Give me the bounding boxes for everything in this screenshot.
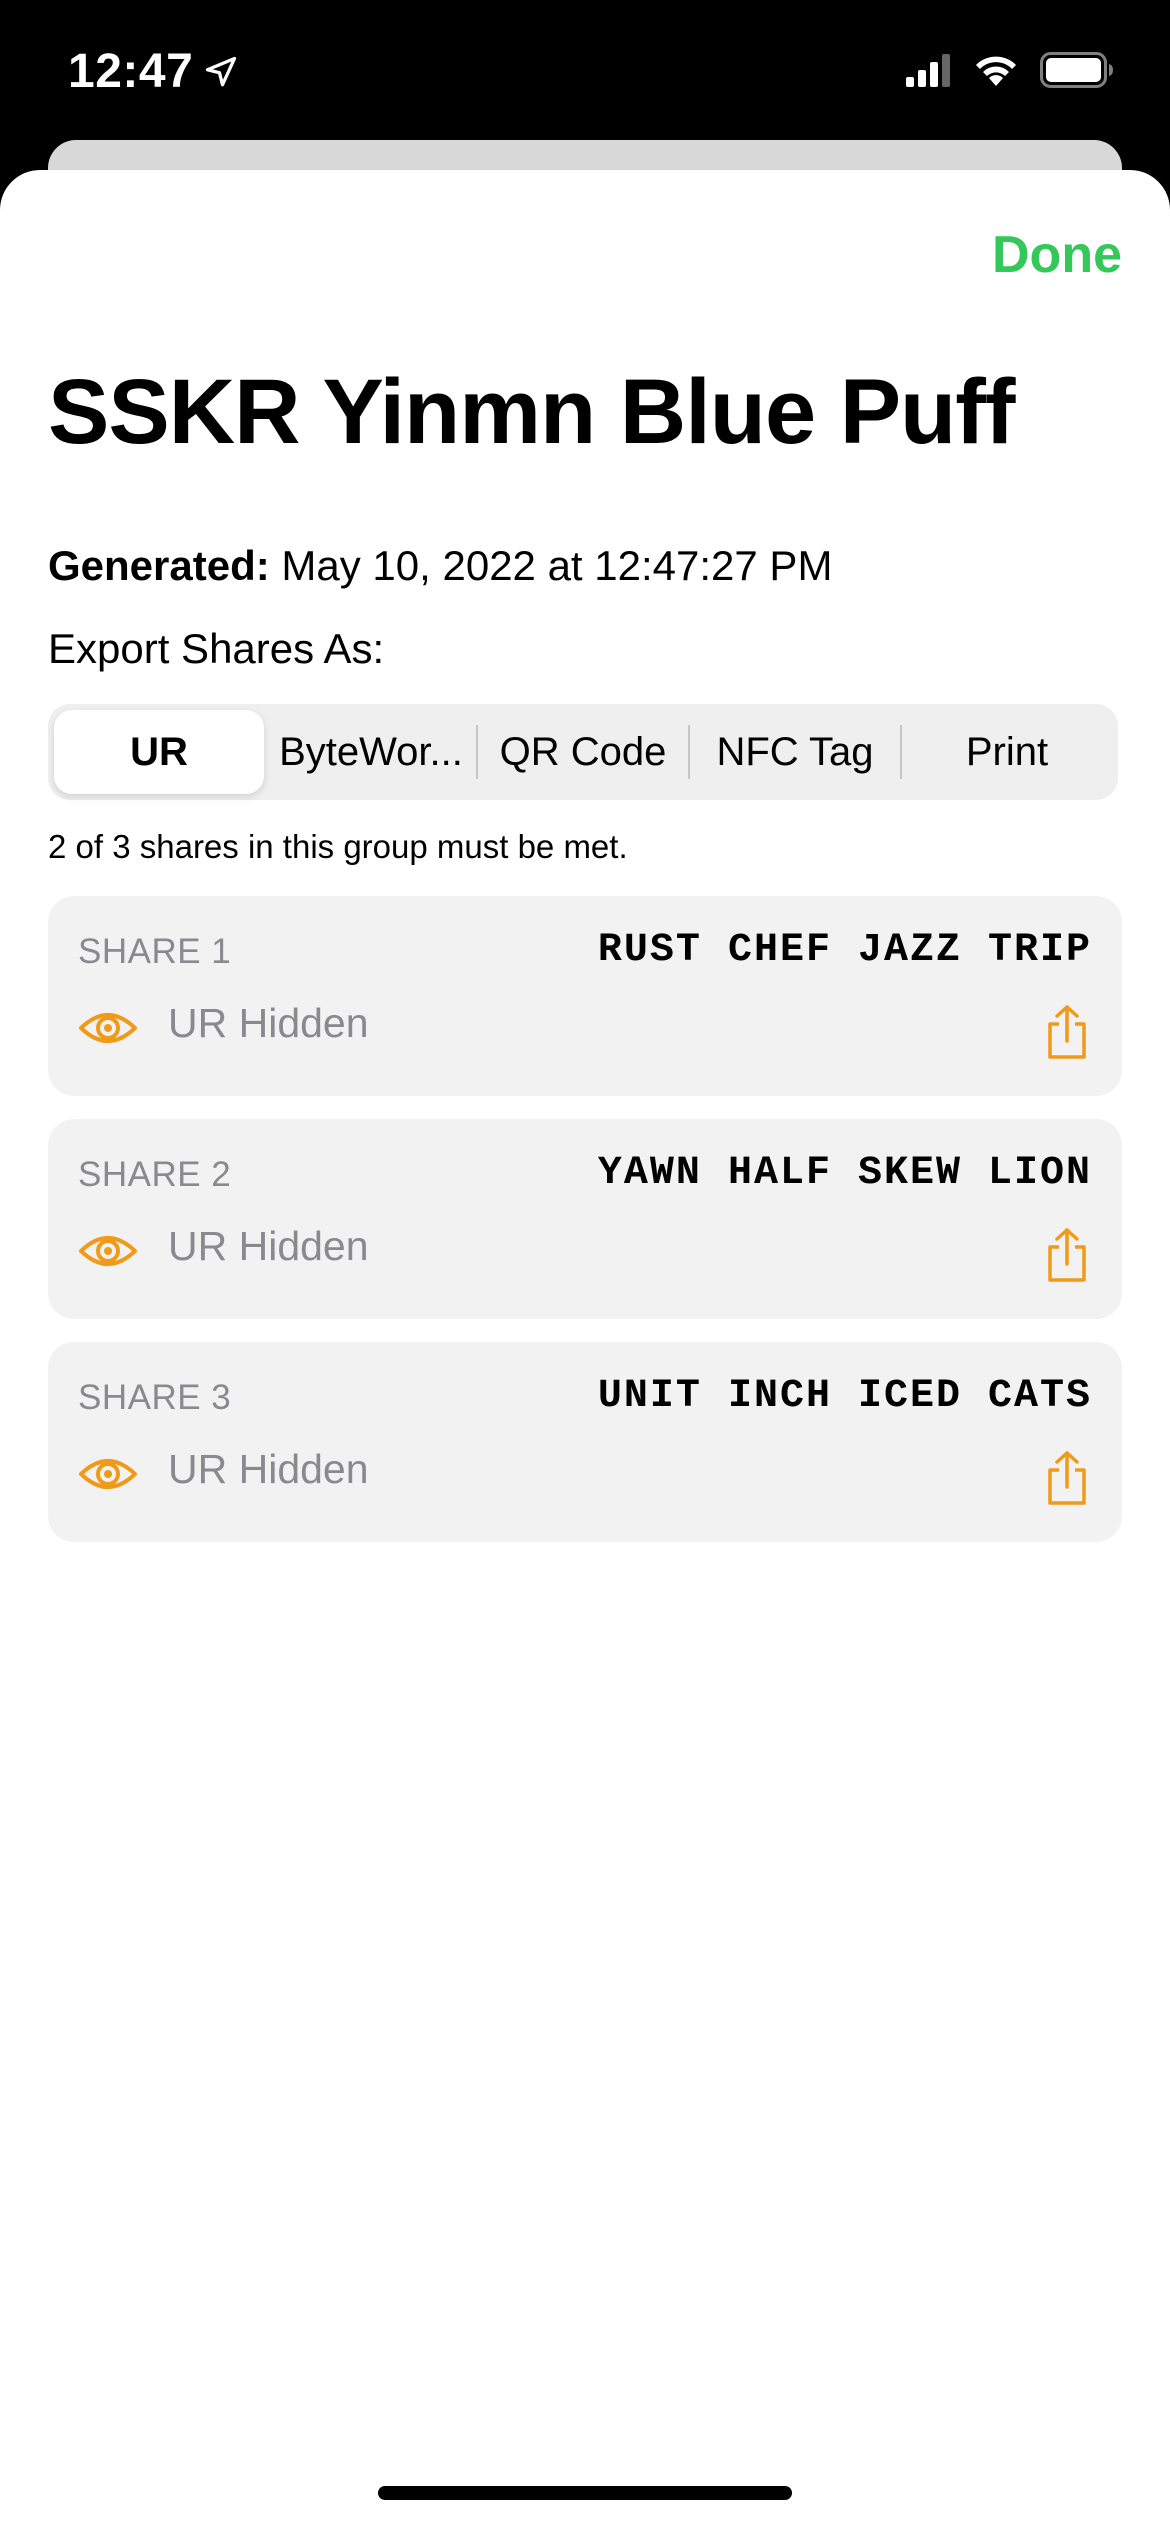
segment-qr-code[interactable]: QR Code <box>478 710 688 794</box>
share-words: RUST CHEF JAZZ TRIP <box>597 928 1092 973</box>
generated-label: Generated: <box>48 542 270 589</box>
threshold-note: 2 of 3 shares in this group must be met. <box>48 828 628 865</box>
segment-print[interactable]: Print <box>902 710 1112 794</box>
status-bar: 12:47 <box>0 0 1170 150</box>
share-words: YAWN HALF SKEW LION <box>597 1151 1092 1196</box>
export-format-segmented-control: UR ByteWor... QR Code NFC Tag Print <box>48 704 1118 800</box>
cellular-signal-icon <box>906 54 950 87</box>
export-label: Export Shares As: <box>48 625 385 672</box>
page-title: SSKR Yinmn Blue Puff <box>48 361 1016 463</box>
generated-value: May 10, 2022 at 12:47:27 PM <box>281 542 833 589</box>
share-icon[interactable] <box>1044 1450 1090 1506</box>
eye-icon[interactable] <box>78 1231 138 1271</box>
share-label: SHARE 3 <box>78 1378 232 1417</box>
segment-bytewords[interactable]: ByteWor... <box>266 710 476 794</box>
wifi-icon <box>976 56 1016 86</box>
share-label: SHARE 1 <box>78 932 232 971</box>
screen: 12:47 Done SSKR Yinmn Blue Puff Generate… <box>0 0 1170 2532</box>
segment-ur[interactable]: UR <box>54 710 264 794</box>
ur-status: UR Hidden <box>168 1223 369 1269</box>
eye-icon[interactable] <box>78 1454 138 1494</box>
share-card-2: SHARE 2 YAWN HALF SKEW LION UR Hidden <box>48 1119 1122 1319</box>
eye-icon[interactable] <box>78 1008 138 1048</box>
status-icons <box>906 52 1114 88</box>
share-words: UNIT INCH ICED CATS <box>597 1374 1092 1419</box>
share-card-1: SHARE 1 RUST CHEF JAZZ TRIP UR Hidden <box>48 896 1122 1096</box>
share-icon[interactable] <box>1044 1227 1090 1283</box>
share-card-3: SHARE 3 UNIT INCH ICED CATS UR Hidden <box>48 1342 1122 1542</box>
location-arrow-icon <box>206 56 237 86</box>
status-time: 12:47 <box>68 45 194 98</box>
battery-icon <box>1040 52 1113 88</box>
generated-row: Generated: May 10, 2022 at 12:47:27 PM <box>48 542 832 590</box>
share-icon[interactable] <box>1044 1004 1090 1060</box>
ur-status: UR Hidden <box>168 1000 369 1046</box>
status-time-group: 12:47 <box>68 44 239 99</box>
segment-nfc-tag[interactable]: NFC Tag <box>690 710 900 794</box>
done-button[interactable]: Done <box>992 225 1122 285</box>
export-sheet: Done SSKR Yinmn Blue Puff Generated: May… <box>0 170 1170 2532</box>
share-label: SHARE 2 <box>78 1155 232 1194</box>
home-indicator[interactable] <box>378 2486 792 2500</box>
ur-status: UR Hidden <box>168 1446 369 1492</box>
